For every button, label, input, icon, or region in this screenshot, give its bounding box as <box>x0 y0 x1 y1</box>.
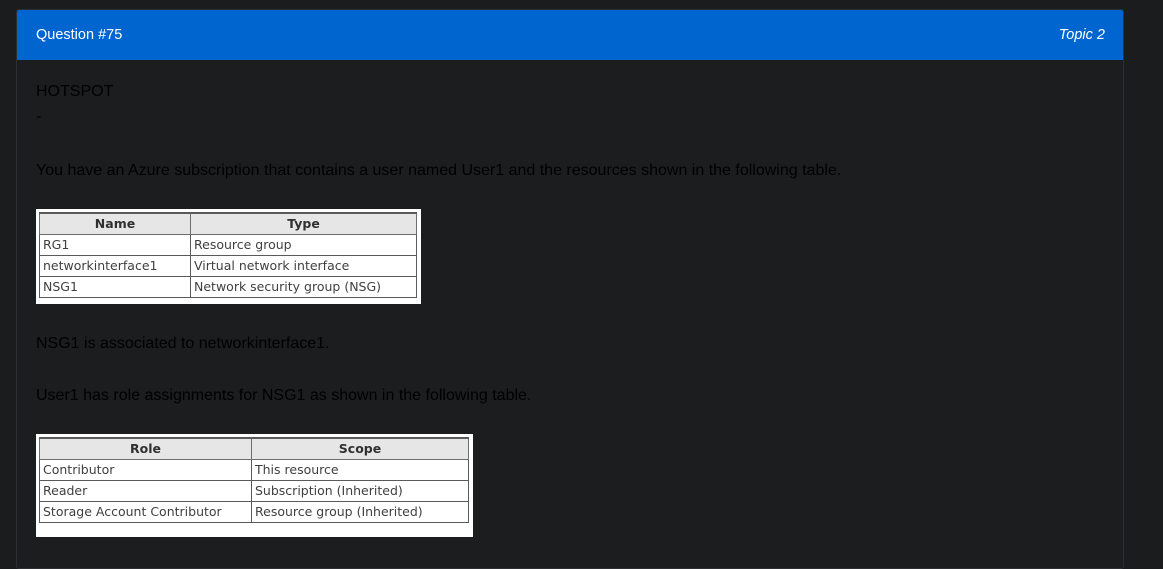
roles-table-image: Role Scope Contributor This resource Rea… <box>36 434 473 537</box>
table-row: Contributor This resource <box>39 459 469 481</box>
table-cell: Reader <box>39 480 252 502</box>
column-header-role: Role <box>39 437 252 460</box>
table-cell: Contributor <box>39 459 252 481</box>
table-cell: networkinterface1 <box>39 255 191 277</box>
column-header-name: Name <box>39 212 191 235</box>
question-number: Question #75 <box>36 27 123 43</box>
question-type: HOTSPOT <box>36 83 114 100</box>
association-statement: NSG1 is associated to networkinterface1. <box>36 335 330 352</box>
roles-intro: User1 has role assignments for NSG1 as s… <box>36 387 532 404</box>
table-cell: This resource <box>251 459 469 481</box>
table-header-row: Role Scope <box>39 437 469 460</box>
question-card: Question #75 Topic 2 HOTSPOT - You have … <box>16 9 1124 569</box>
resources-table: Name Type RG1 Resource group networkinte… <box>39 212 417 298</box>
table-row: RG1 Resource group <box>39 234 417 256</box>
topic-label: Topic 2 <box>1058 27 1105 43</box>
table-cell: Network security group (NSG) <box>190 276 417 298</box>
question-intro: You have an Azure subscription that cont… <box>36 162 842 179</box>
table-cell: Storage Account Contributor <box>39 501 252 523</box>
roles-table: Role Scope Contributor This resource Rea… <box>39 437 469 523</box>
question-header: Question #75 Topic 2 <box>17 10 1123 60</box>
table-cell: RG1 <box>39 234 191 256</box>
table-header-row: Name Type <box>39 212 417 235</box>
table-row: networkinterface1 Virtual network interf… <box>39 255 417 277</box>
column-header-type: Type <box>190 212 417 235</box>
resources-table-image: Name Type RG1 Resource group networkinte… <box>36 209 421 304</box>
table-cell: Resource group (Inherited) <box>251 501 469 523</box>
table-row: NSG1 Network security group (NSG) <box>39 276 417 298</box>
column-header-scope: Scope <box>251 437 469 460</box>
table-row: Storage Account Contributor Resource gro… <box>39 501 469 523</box>
table-cell: Subscription (Inherited) <box>251 480 469 502</box>
table-cell: Virtual network interface <box>190 255 417 277</box>
separator-dash: - <box>36 108 42 125</box>
table-cell: Resource group <box>190 234 417 256</box>
table-cell: NSG1 <box>39 276 191 298</box>
table-row: Reader Subscription (Inherited) <box>39 480 469 502</box>
